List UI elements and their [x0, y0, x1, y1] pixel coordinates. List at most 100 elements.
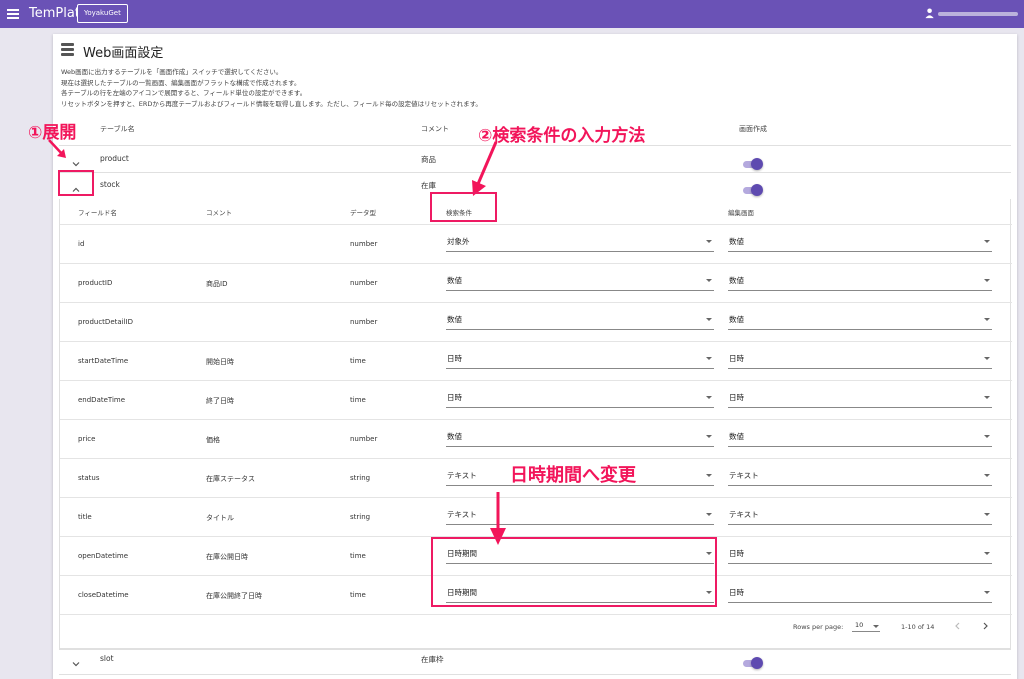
description-line: Web画面に出力するテーブルを「画面作成」スイッチで選択してください。 — [61, 68, 283, 76]
field-comment: 価格 — [206, 436, 220, 444]
edit-value: 日時 — [729, 354, 744, 363]
divider — [59, 649, 1011, 650]
dropdown-arrow-icon — [873, 625, 879, 628]
rows-per-page-select[interactable]: 10 — [852, 620, 880, 632]
edit-select[interactable]: 数値 — [728, 271, 992, 291]
field-comment: 終了日時 — [206, 397, 234, 405]
app-bar: TemPlat YoyakuGet — [0, 0, 1024, 28]
search-select[interactable]: 数値 — [446, 427, 714, 447]
edit-select[interactable]: テキスト — [728, 466, 992, 486]
field-row: endDateTime 終了日時 time 日時 日時 — [60, 380, 1012, 419]
field-type: time — [350, 591, 366, 599]
field-name: title — [78, 513, 92, 521]
divider — [59, 172, 1011, 173]
annotation-arrow-icon — [48, 139, 66, 158]
expand-chevron-down-icon[interactable] — [71, 654, 81, 667]
user-icon[interactable] — [925, 8, 936, 19]
search-value: 数値 — [447, 315, 462, 324]
field-row: productDetailID number 数値 数値 — [60, 302, 1012, 341]
header-field-name: フィールド名 — [78, 209, 117, 217]
page-description: Web画面に出力するテーブルを「画面作成」スイッチで選択してください。 現在は選… — [61, 67, 482, 109]
dropdown-arrow-icon — [706, 435, 712, 438]
rows-per-page-label: Rows per page: — [793, 623, 844, 631]
field-type: string — [350, 513, 371, 521]
edit-value: 数値 — [729, 276, 744, 285]
field-comment: 在庫公開日時 — [206, 553, 248, 561]
field-type: time — [350, 357, 366, 365]
field-type: string — [350, 474, 371, 482]
edit-select[interactable]: テキスト — [728, 505, 992, 525]
dropdown-arrow-icon — [706, 279, 712, 282]
field-row: id number 対象外 数値 — [60, 224, 1012, 263]
dropdown-arrow-icon — [984, 240, 990, 243]
field-name: productDetailID — [78, 318, 133, 326]
database-icon — [61, 43, 74, 57]
edit-value: 日時 — [729, 393, 744, 402]
search-value: 対象外 — [447, 237, 470, 246]
edit-select[interactable]: 日時 — [728, 349, 992, 369]
table-row-comment: 在庫枠 — [421, 655, 444, 664]
dropdown-arrow-icon — [706, 513, 712, 516]
table-row-comment: 在庫 — [421, 181, 436, 190]
annotation-arrow-icon — [472, 141, 498, 196]
create-toggle-stock[interactable] — [741, 184, 763, 196]
table-row-name: slot — [100, 654, 114, 663]
dropdown-arrow-icon — [706, 318, 712, 321]
dropdown-arrow-icon — [984, 591, 990, 594]
field-type: time — [350, 552, 366, 560]
field-name: price — [78, 435, 96, 443]
dropdown-arrow-icon — [984, 396, 990, 399]
menu-icon[interactable] — [7, 9, 19, 19]
edit-select[interactable]: 数値 — [728, 310, 992, 330]
field-row: title タイトル string テキスト テキスト — [60, 497, 1012, 536]
edit-value: 日時 — [729, 588, 744, 597]
search-value: 日時 — [447, 354, 462, 363]
app-title: TemPlat — [29, 6, 80, 21]
field-type: time — [350, 396, 366, 404]
header-table-name: テーブル名 — [100, 125, 135, 133]
search-select[interactable]: 日時 — [446, 388, 714, 408]
edit-select[interactable]: 数値 — [728, 427, 992, 447]
edit-value: テキスト — [729, 471, 759, 480]
edit-select[interactable]: 日時 — [728, 544, 992, 564]
next-page-icon[interactable] — [981, 622, 989, 630]
dropdown-arrow-icon — [984, 552, 990, 555]
header-edit-screen: 編集画面 — [728, 209, 754, 217]
search-value: テキスト — [447, 471, 477, 480]
search-select[interactable]: 日時 — [446, 349, 714, 369]
field-name: startDateTime — [78, 357, 129, 365]
yoyakuget-button[interactable]: YoyakuGet — [77, 4, 128, 23]
create-toggle-product[interactable] — [741, 158, 763, 170]
edit-select[interactable]: 日時 — [728, 583, 992, 603]
field-comment: 在庫公開終了日時 — [206, 592, 262, 600]
edit-value: 数値 — [729, 315, 744, 324]
search-select[interactable]: 数値 — [446, 310, 714, 330]
search-value: 数値 — [447, 276, 462, 285]
expand-chevron-down-icon[interactable] — [71, 154, 81, 167]
page-title: Web画面設定 — [83, 46, 164, 61]
dropdown-arrow-icon — [984, 435, 990, 438]
dropdown-arrow-icon — [984, 279, 990, 282]
create-toggle-slot[interactable] — [741, 657, 763, 669]
header-comment: コメント — [421, 125, 449, 133]
dropdown-arrow-icon — [984, 318, 990, 321]
dropdown-arrow-icon — [984, 357, 990, 360]
prev-page-icon[interactable] — [954, 622, 962, 630]
pagination-range: 1-10 of 14 — [901, 623, 935, 631]
annotation-change-period: 日時期間へ変更 — [510, 465, 636, 486]
field-comment: タイトル — [206, 514, 234, 522]
search-value: 数値 — [447, 432, 462, 441]
dropdown-arrow-icon — [706, 396, 712, 399]
divider — [60, 614, 1012, 615]
edit-select[interactable]: 日時 — [728, 388, 992, 408]
dropdown-arrow-icon — [984, 513, 990, 516]
field-name: status — [78, 474, 100, 482]
search-value: テキスト — [447, 510, 477, 519]
search-select[interactable]: 数値 — [446, 271, 714, 291]
field-row: price 価格 number 数値 数値 — [60, 419, 1012, 458]
edit-select[interactable]: 数値 — [728, 232, 992, 252]
user-name-blurred — [938, 12, 1018, 16]
search-select[interactable]: 対象外 — [446, 232, 714, 252]
table-row-name: product — [100, 154, 129, 163]
field-name: productID — [78, 279, 113, 287]
